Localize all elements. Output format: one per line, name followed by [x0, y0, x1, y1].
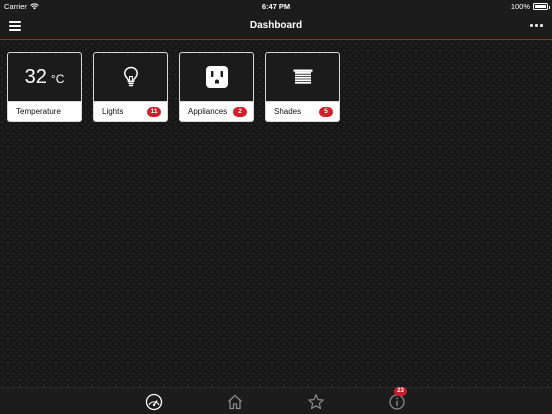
- tile-temperature[interactable]: 32 °C Temperature: [7, 52, 82, 122]
- shades-icon: [293, 69, 312, 84]
- temperature-value: 32: [24, 65, 47, 88]
- more-dot-icon: [530, 24, 533, 27]
- tile-lights-display: [94, 53, 167, 102]
- home-icon: [228, 394, 242, 410]
- tile-shades-label: Shades: [274, 107, 302, 116]
- tile-shades-footer: Shades 5: [266, 102, 339, 121]
- tile-temperature-display: 32 °C: [8, 53, 81, 102]
- tile-lights-badge: 11: [147, 106, 161, 117]
- tile-shades[interactable]: Shades 5: [265, 52, 340, 122]
- tile-appliances[interactable]: Appliances 2: [179, 52, 254, 122]
- tab-info[interactable]: 23: [388, 387, 407, 411]
- more-dot-icon: [540, 24, 543, 27]
- tile-appliances-badge: 2: [233, 106, 247, 117]
- star-icon: [308, 394, 324, 410]
- status-bar: Carrier 6:47 PM 100%: [0, 0, 552, 13]
- battery-status: 100%: [510, 2, 550, 11]
- more-dot-icon: [535, 24, 538, 27]
- temperature-readout: 32 °C: [25, 66, 65, 89]
- tab-favorites[interactable]: [307, 393, 325, 411]
- tab-info-badge: 23: [394, 387, 407, 396]
- more-button[interactable]: [530, 24, 543, 27]
- tab-bar: 23: [0, 387, 552, 414]
- tile-temperature-footer: Temperature: [8, 102, 81, 121]
- battery-icon: [533, 3, 550, 10]
- gauge-icon: [145, 393, 163, 411]
- outlet-icon: [205, 66, 228, 88]
- tile-appliances-display: [180, 53, 253, 102]
- nav-bar: Dashboard: [0, 13, 552, 40]
- dashboard-tiles: 32 °C Temperature Lights 11 Appliances 2…: [7, 52, 340, 122]
- lightbulb-icon: [123, 66, 138, 87]
- status-time: 6:47 PM: [261, 2, 291, 11]
- tile-shades-display: [266, 53, 339, 102]
- tile-appliances-label: Appliances: [188, 107, 228, 116]
- temperature-unit: °C: [50, 71, 65, 86]
- tab-home[interactable]: [226, 393, 244, 411]
- tile-temperature-label: Temperature: [16, 107, 61, 116]
- tile-appliances-footer: Appliances 2: [180, 102, 253, 121]
- tile-lights-label: Lights: [102, 107, 124, 116]
- page-title: Dashboard: [249, 20, 303, 31]
- battery-percent: 100%: [510, 2, 530, 11]
- tab-dashboard[interactable]: [145, 393, 163, 411]
- tile-lights-footer: Lights 11: [94, 102, 167, 121]
- tile-shades-badge: 5: [319, 106, 333, 117]
- tile-lights[interactable]: Lights 11: [93, 52, 168, 122]
